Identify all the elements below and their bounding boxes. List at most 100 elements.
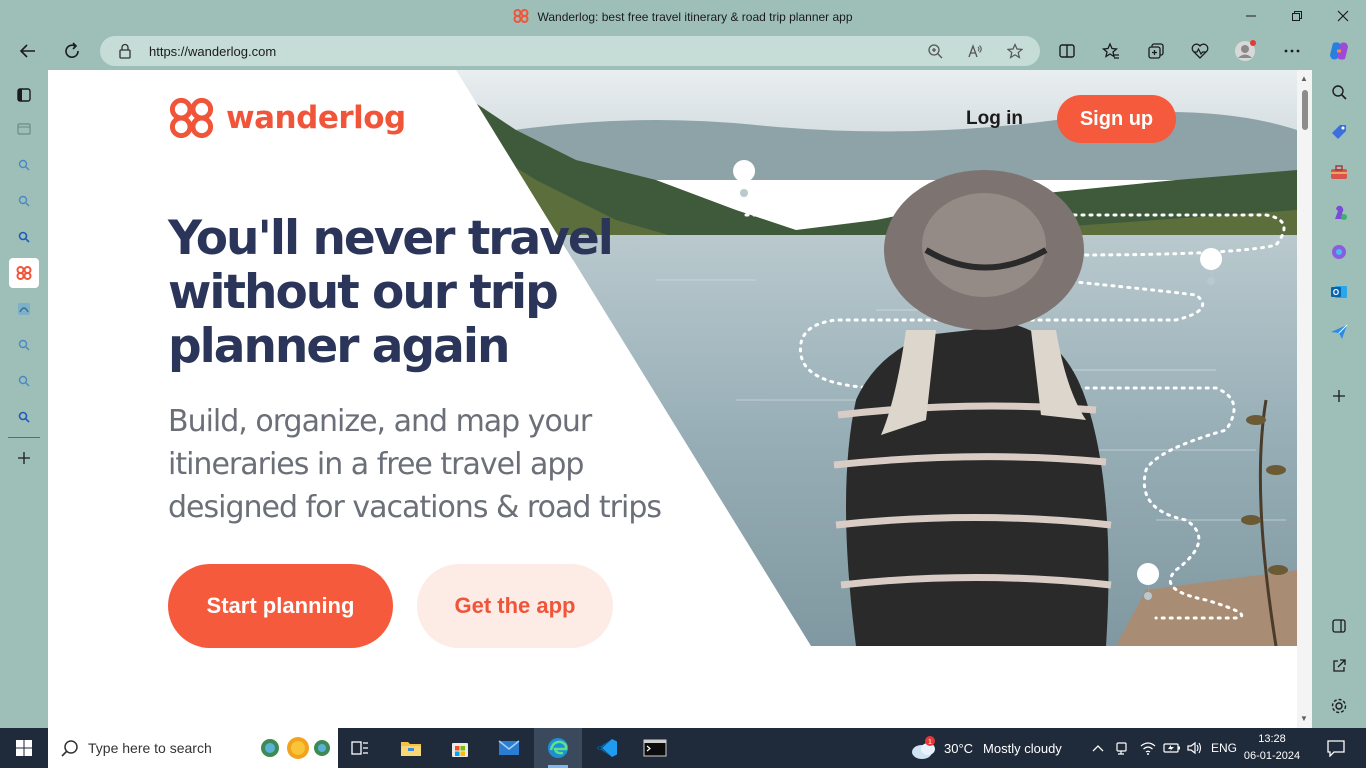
profile-button[interactable] [1230, 36, 1260, 66]
tab-item-search-4[interactable] [9, 330, 39, 360]
show-hidden-icons-button[interactable] [1088, 728, 1108, 768]
scroll-down-arrow-icon[interactable]: ▼ [1300, 714, 1308, 723]
get-the-app-button[interactable]: Get the app [417, 564, 613, 648]
input-language-indicator[interactable]: ENG [1208, 728, 1240, 768]
taskbar-search-box[interactable]: Type here to search [48, 728, 338, 768]
clock-date: 06-01-2024 [1243, 750, 1301, 762]
volume-button[interactable] [1185, 728, 1205, 768]
scrollbar-thumb[interactable] [1302, 90, 1308, 130]
sidebar-hide-button[interactable] [1325, 612, 1353, 640]
minimize-icon [1246, 15, 1256, 17]
sidebar-open-external-button[interactable] [1325, 652, 1353, 680]
logo-wordmark: wanderlog [226, 100, 406, 136]
heart-pulse-icon [1191, 43, 1209, 59]
sidebar-search-button[interactable] [1325, 78, 1353, 106]
page-viewport: wanderlog Log in Sign up You'll never tr… [48, 70, 1297, 728]
tab-item-search-1[interactable] [9, 150, 39, 180]
tab-item-1[interactable] [9, 114, 39, 144]
favorites-button[interactable] [1096, 36, 1126, 66]
vscode-button[interactable] [588, 728, 626, 768]
sidebar-send-button[interactable] [1325, 318, 1353, 346]
taskbar-search-placeholder: Type here to search [88, 740, 212, 756]
site-tab-icon [18, 303, 30, 315]
collections-button[interactable] [1141, 36, 1171, 66]
sidebar-add-button[interactable] [1325, 382, 1353, 410]
wanderlog-tab-icon [16, 266, 32, 280]
browser-essentials-button[interactable] [1185, 36, 1215, 66]
cloudy-weather-icon: 1 [912, 736, 935, 759]
favorite-star-icon[interactable] [1005, 41, 1025, 61]
copilot-button[interactable] [1324, 36, 1354, 66]
sidebar-settings-button[interactable] [1325, 692, 1353, 720]
chevron-up-icon [1092, 745, 1104, 752]
sidebar-games-button[interactable] [1325, 198, 1353, 226]
plus-icon [18, 452, 30, 464]
new-tab-button[interactable] [9, 443, 39, 473]
tab-item-search-3[interactable] [9, 222, 39, 252]
search-tab-icon [18, 231, 30, 243]
battery-charging-icon [1163, 743, 1180, 753]
search-tab-icon [18, 339, 30, 351]
read-aloud-icon[interactable] [965, 41, 985, 61]
tab-item-site[interactable] [9, 294, 39, 324]
weather-description: Mostly cloudy [983, 740, 1062, 756]
page-scrollbar[interactable]: ▲ ▼ [1297, 70, 1312, 728]
lock-icon [119, 43, 131, 59]
settings-more-button[interactable] [1277, 36, 1307, 66]
taskbar-clock[interactable]: 13:28 06-01-2024 [1240, 731, 1304, 765]
plus-icon [1333, 390, 1345, 402]
search-tab-icon [18, 159, 30, 171]
tab-item-search-5[interactable] [9, 366, 39, 396]
restore-button[interactable] [1274, 0, 1320, 32]
login-link[interactable]: Log in [966, 108, 1023, 130]
edge-browser-button[interactable] [534, 728, 582, 768]
store-bag-icon [452, 743, 468, 757]
wanderlog-favicon-icon [513, 9, 529, 23]
tabs-divider [8, 437, 40, 438]
vscode-icon [597, 739, 617, 757]
split-screen-button[interactable] [1052, 36, 1082, 66]
folder-icon [401, 742, 421, 756]
zoom-icon[interactable] [925, 41, 945, 61]
file-explorer-button[interactable] [392, 728, 430, 768]
back-button[interactable] [13, 36, 43, 66]
language-label: ENG [1210, 741, 1237, 755]
search-tab-icon [18, 411, 30, 423]
sidebar-shopping-button[interactable] [1325, 118, 1353, 146]
tab-item-search-6[interactable] [9, 402, 39, 432]
minimize-button[interactable] [1228, 0, 1274, 32]
toolbox-icon [1331, 165, 1347, 179]
notification-icon [1327, 740, 1345, 757]
tab-actions-icon [17, 88, 31, 102]
tab-actions-button[interactable] [9, 80, 39, 110]
notifications-button[interactable] [1318, 728, 1354, 768]
refresh-button[interactable] [57, 36, 87, 66]
battery-button[interactable] [1162, 728, 1182, 768]
address-bar[interactable]: https://wanderlog.com [100, 36, 1040, 66]
url-text[interactable]: https://wanderlog.com [149, 44, 276, 59]
close-button[interactable] [1320, 0, 1366, 32]
meet-now-button[interactable] [1112, 728, 1132, 768]
network-button[interactable] [1138, 728, 1158, 768]
task-view-button[interactable] [342, 728, 378, 768]
star-glyph [1007, 43, 1023, 59]
wanderlog-logo[interactable]: wanderlog [168, 97, 406, 139]
weather-widget[interactable]: 1 30°C Mostly cloudy [910, 728, 1080, 768]
vertical-tabs-bar [0, 70, 48, 728]
sidebar-tools-button[interactable] [1325, 158, 1353, 186]
mail-button[interactable] [490, 728, 528, 768]
start-planning-button[interactable]: Start planning [168, 564, 393, 648]
copilot-icon [1330, 42, 1348, 60]
tab-item-search-2[interactable] [9, 186, 39, 216]
clock-time: 13:28 [1258, 733, 1286, 745]
tab-item-wanderlog[interactable] [9, 258, 39, 288]
microsoft-store-button[interactable] [441, 728, 479, 768]
signup-button[interactable]: Sign up [1057, 95, 1176, 143]
terminal-icon [643, 739, 667, 757]
start-button[interactable] [0, 728, 48, 768]
sidebar-outlook-button[interactable]: O [1325, 278, 1353, 306]
hero-subheadline: Build, organize, and map your itinerarie… [168, 404, 662, 525]
terminal-button[interactable] [636, 728, 674, 768]
scroll-up-arrow-icon[interactable]: ▲ [1300, 74, 1308, 83]
sidebar-copilot-button[interactable] [1325, 238, 1353, 266]
